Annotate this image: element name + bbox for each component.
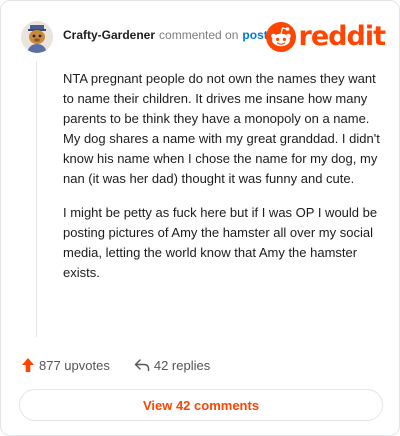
comment-actions: 877 upvotes 42 replies [21,355,210,375]
avatar[interactable] [21,21,53,53]
comment-card: Crafty-Gardener commented on post reddit N… [0,0,400,436]
reply-count: 42 replies [153,357,211,373]
upvote-arrow-icon [22,358,34,372]
reddit-logo[interactable]: reddit [265,21,386,52]
reddit-wordmark: reddit [298,21,386,52]
view-comments-button[interactable]: View 42 comments [19,389,383,421]
username-link[interactable]: Crafty-Gardener [63,28,155,42]
reddit-snoo-icon [265,22,296,52]
comment-body: NTA pregnant people do not own the names… [63,69,383,297]
replies-button[interactable]: 42 replies [134,358,210,373]
comment-paragraph: NTA pregnant people do not own the names… [63,71,380,186]
post-link[interactable]: post [242,28,267,42]
action-text: commented on [159,28,239,42]
comment-meta: Crafty-Gardener commented on post [63,27,268,43]
comment-header: Crafty-Gardener commented on post reddit [21,21,386,53]
upvote-count: 877 upvotes [39,357,110,373]
reply-arrow-icon [134,359,150,372]
avatar-icon [21,21,53,53]
upvote-button[interactable]: 877 upvotes [21,357,110,373]
comment-paragraph: I might be petty as fuck here but if I w… [63,205,378,280]
thread-line[interactable] [36,61,37,337]
